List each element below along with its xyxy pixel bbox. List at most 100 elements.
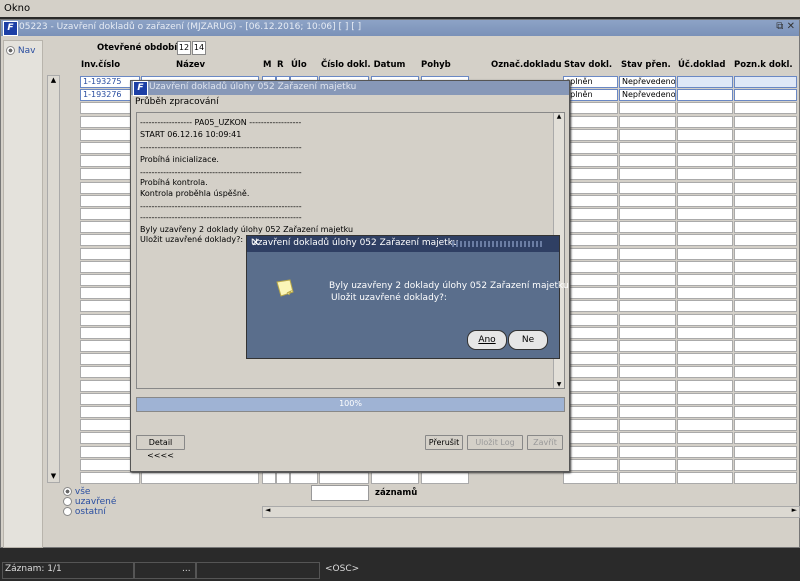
table-cell[interactable]: splněn — [563, 76, 618, 88]
table-cell[interactable] — [734, 274, 797, 286]
no-button[interactable]: Ne — [508, 330, 548, 350]
table-cell[interactable] — [734, 142, 797, 154]
table-cell[interactable] — [677, 76, 733, 88]
table-cell[interactable] — [563, 155, 618, 168]
table-cell[interactable] — [677, 472, 733, 484]
table-cell[interactable] — [619, 326, 676, 339]
table-cell[interactable] — [619, 128, 676, 141]
table-cell[interactable] — [563, 432, 618, 445]
table-cell[interactable] — [677, 392, 733, 405]
table-cell[interactable] — [677, 168, 733, 181]
table-cell[interactable] — [563, 366, 618, 379]
table-cell[interactable] — [619, 221, 676, 234]
table-cell[interactable] — [677, 419, 733, 432]
table-cell[interactable] — [619, 247, 676, 260]
horizontal-scrollbar[interactable]: ◄ ► — [262, 506, 800, 518]
table-cell[interactable] — [734, 445, 797, 458]
table-cell[interactable] — [677, 155, 733, 168]
table-cell[interactable] — [563, 168, 618, 181]
table-cell[interactable] — [563, 128, 618, 141]
table-cell[interactable] — [619, 260, 676, 273]
table-cell[interactable] — [563, 458, 618, 471]
table-cell[interactable] — [619, 406, 676, 418]
table-cell[interactable] — [563, 247, 618, 260]
table-cell[interactable] — [677, 208, 733, 220]
table-cell[interactable] — [563, 300, 618, 313]
table-cell[interactable] — [563, 379, 618, 392]
table-cell[interactable] — [563, 102, 618, 115]
table-cell[interactable] — [677, 115, 733, 128]
table-cell[interactable] — [677, 260, 733, 273]
table-cell[interactable] — [677, 221, 733, 234]
log-scroll-down-icon[interactable]: ▼ — [554, 381, 564, 388]
table-cell[interactable] — [563, 353, 618, 366]
table-cell[interactable] — [619, 432, 676, 445]
table-cell[interactable] — [619, 115, 676, 128]
radio-uzavrene-icon[interactable] — [63, 497, 72, 506]
table-cell[interactable] — [619, 353, 676, 366]
yes-button[interactable]: Ano — [467, 330, 507, 350]
table-cell[interactable] — [734, 379, 797, 392]
table-cell[interactable] — [619, 313, 676, 326]
table-cell[interactable] — [734, 76, 797, 88]
table-cell[interactable] — [563, 472, 618, 484]
table-cell[interactable] — [563, 326, 618, 339]
table-cell[interactable] — [619, 208, 676, 220]
table-cell[interactable] — [734, 419, 797, 432]
close-button[interactable]: Zavřít — [527, 435, 563, 450]
table-cell[interactable] — [619, 181, 676, 194]
table-cell[interactable] — [677, 366, 733, 379]
interrupt-button[interactable]: Přerušit — [425, 435, 463, 450]
table-cell[interactable] — [619, 366, 676, 379]
table-cell[interactable] — [734, 406, 797, 418]
table-cell[interactable] — [563, 392, 618, 405]
confirm-close-icon[interactable]: ✕ — [251, 236, 555, 249]
table-cell[interactable] — [619, 379, 676, 392]
table-cell[interactable] — [619, 472, 676, 484]
table-cell[interactable] — [619, 102, 676, 115]
table-cell[interactable] — [734, 366, 797, 379]
table-cell[interactable] — [677, 379, 733, 392]
table-cell[interactable] — [563, 445, 618, 458]
table-cell[interactable] — [619, 419, 676, 432]
table-cell[interactable] — [677, 142, 733, 154]
table-cell[interactable] — [734, 247, 797, 260]
table-cell[interactable] — [619, 168, 676, 181]
radio-vse-icon[interactable] — [63, 487, 72, 496]
table-cell[interactable] — [734, 392, 797, 405]
table-cell[interactable] — [734, 89, 797, 102]
table-cell[interactable] — [734, 168, 797, 181]
table-cell[interactable] — [563, 181, 618, 194]
table-cell[interactable] — [677, 300, 733, 313]
scroll-right-icon[interactable]: ► — [792, 506, 797, 514]
table-cell[interactable] — [619, 287, 676, 300]
table-cell[interactable] — [734, 287, 797, 300]
table-cell[interactable] — [563, 234, 618, 247]
table-cell[interactable] — [563, 194, 618, 207]
table-cell[interactable] — [619, 458, 676, 471]
table-cell[interactable] — [734, 102, 797, 115]
table-cell[interactable] — [80, 472, 140, 484]
table-cell[interactable] — [734, 458, 797, 471]
table-cell[interactable] — [619, 234, 676, 247]
table-cell[interactable] — [619, 155, 676, 168]
table-cell[interactable] — [563, 142, 618, 154]
table-cell[interactable] — [677, 432, 733, 445]
table-cell[interactable] — [734, 234, 797, 247]
table-cell[interactable] — [371, 472, 419, 484]
table-cell[interactable] — [563, 313, 618, 326]
table-cell[interactable] — [619, 274, 676, 286]
table-cell[interactable] — [677, 247, 733, 260]
save-log-button[interactable]: Uložit Log — [467, 435, 523, 450]
table-cell[interactable] — [563, 260, 618, 273]
table-cell[interactable] — [619, 340, 676, 352]
table-cell[interactable] — [734, 208, 797, 220]
table-cell[interactable] — [734, 115, 797, 128]
table-cell[interactable]: splněn — [563, 89, 618, 102]
table-cell[interactable] — [677, 128, 733, 141]
table-cell[interactable] — [734, 181, 797, 194]
table-cell[interactable] — [619, 300, 676, 313]
table-cell[interactable] — [734, 340, 797, 352]
table-cell[interactable] — [619, 445, 676, 458]
table-cell[interactable] — [677, 353, 733, 366]
